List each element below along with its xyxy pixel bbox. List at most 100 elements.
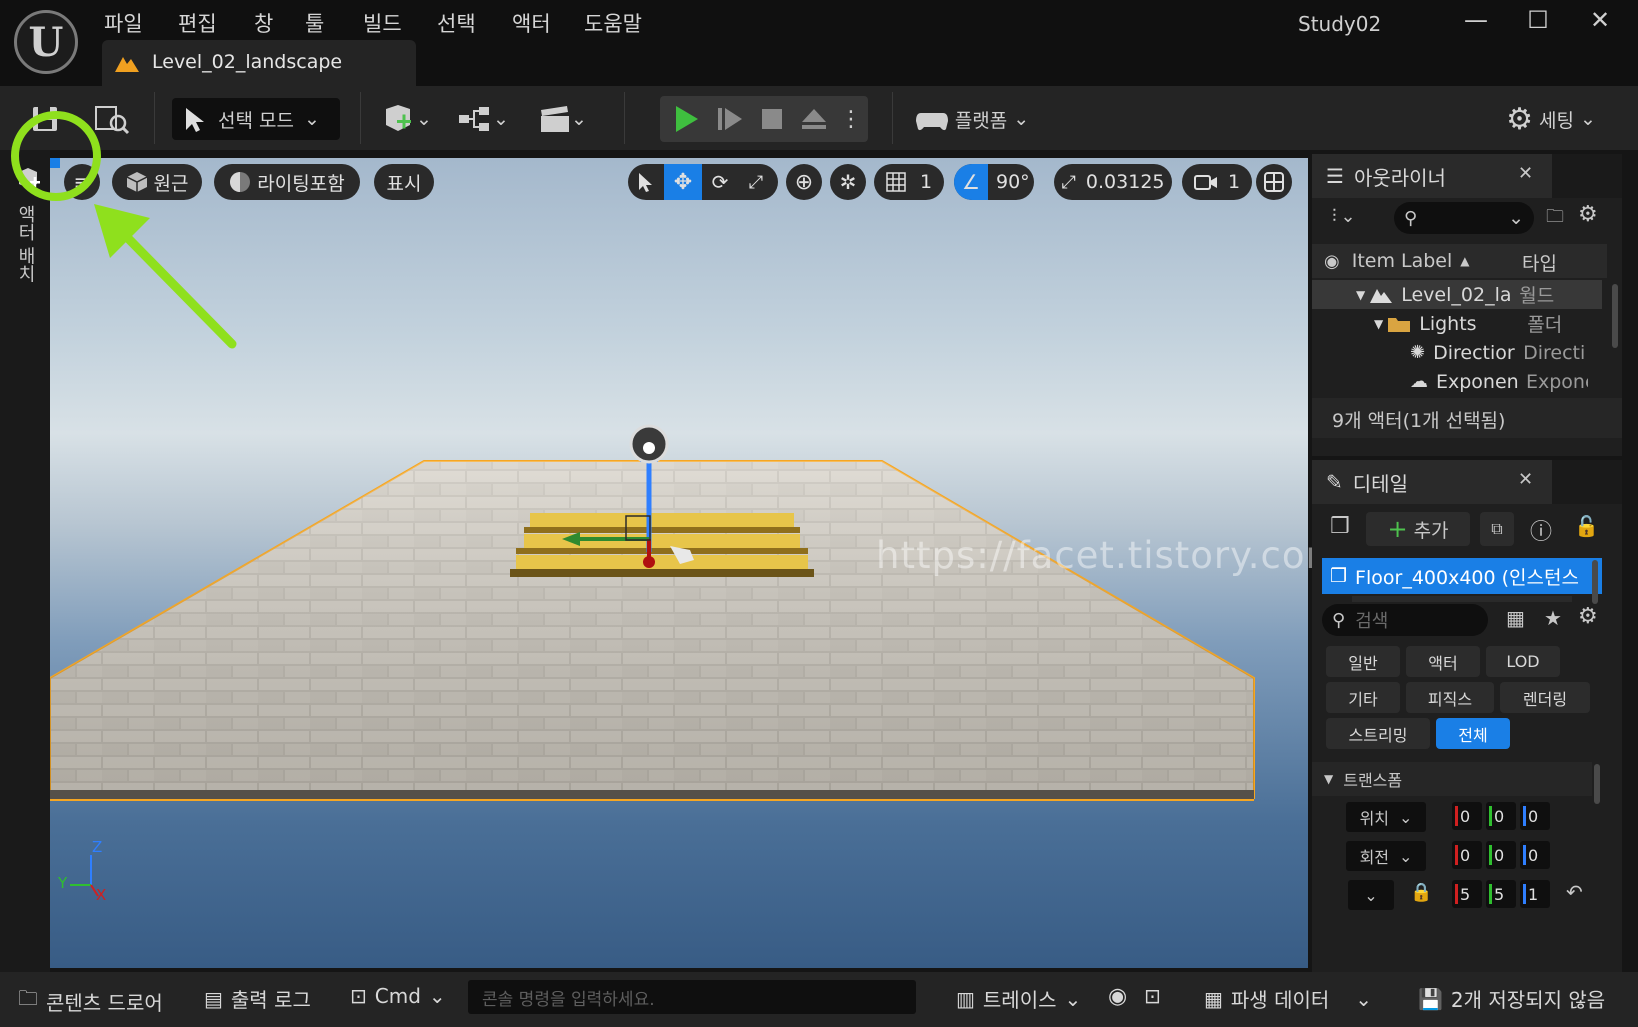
- move-tool-icon[interactable]: ✥: [664, 164, 702, 200]
- location-z-field[interactable]: 0: [1520, 802, 1550, 830]
- platforms-dropdown[interactable]: 플랫폼 ⌄: [912, 94, 1032, 144]
- play-options-icon[interactable]: ⋮: [838, 94, 864, 144]
- blueprint-dropdown[interactable]: ⌄: [452, 94, 514, 144]
- camera-speed-button[interactable]: 1: [1182, 164, 1252, 200]
- col-type[interactable]: 타입: [1522, 249, 1557, 276]
- minimize-button[interactable]: —: [1456, 6, 1496, 34]
- expand-arrow-icon[interactable]: ▼: [1356, 288, 1365, 302]
- trace-dropdown[interactable]: ▥ 트레이스 ⌄: [956, 984, 1081, 1013]
- tree-row-exponential-fog[interactable]: ☁ Exponen Expone: [1312, 367, 1602, 396]
- star-icon[interactable]: ★: [1544, 606, 1562, 630]
- expand-arrow-icon[interactable]: ▼: [1374, 317, 1383, 331]
- unsaved-assets-button[interactable]: 💾 2개 저장되지 않음: [1418, 984, 1605, 1013]
- blueprint-convert-icon[interactable]: ⧉: [1480, 512, 1514, 546]
- viewport-layout-icon[interactable]: [1256, 164, 1292, 200]
- outliner-settings-icon[interactable]: ⚙: [1578, 202, 1598, 227]
- show-dropdown[interactable]: 표시: [374, 164, 434, 200]
- help-icon[interactable]: ⓘ: [1530, 514, 1552, 546]
- details-scrollbar[interactable]: [1594, 764, 1600, 804]
- menu-help[interactable]: 도움말: [584, 8, 642, 38]
- tree-label: Exponen: [1436, 370, 1519, 393]
- filter-rendering[interactable]: 렌더링: [1500, 682, 1590, 713]
- visibility-eye-icon[interactable]: ◉: [1324, 251, 1340, 272]
- select-tool-icon[interactable]: [628, 164, 664, 200]
- content-drawer-button[interactable]: 🗀 콘텐츠 드로어: [18, 984, 163, 1018]
- selected-component-row[interactable]: ❒ Floor_400x400 (인스턴스: [1322, 558, 1602, 594]
- menu-tools[interactable]: 툴: [305, 8, 324, 38]
- cmd-dropdown[interactable]: ⊡ Cmd ⌄: [350, 984, 446, 1008]
- add-folder-icon[interactable]: 🗀: [1546, 204, 1564, 234]
- add-component-button[interactable]: + 추가: [1366, 512, 1470, 546]
- outliner-tab[interactable]: ☰ 아웃라이너: [1312, 154, 1552, 198]
- play-button[interactable]: [666, 94, 706, 144]
- lock-open-icon[interactable]: 🔓: [1574, 514, 1599, 538]
- outliner-title: 아웃라이너: [1353, 165, 1446, 190]
- cinematics-dropdown[interactable]: ⌄: [532, 94, 594, 144]
- screenshot-icon[interactable]: ⊡: [1144, 984, 1161, 1008]
- scale-mode-dropdown[interactable]: ⌄: [1348, 880, 1394, 910]
- close-window-button[interactable]: ✕: [1580, 6, 1620, 34]
- reset-arrow-icon[interactable]: ↶: [1566, 880, 1583, 904]
- trace-record-icon[interactable]: ◉: [1108, 984, 1127, 1009]
- component-scrollbar[interactable]: [1592, 560, 1598, 604]
- outliner-close-icon[interactable]: ✕: [1518, 163, 1533, 184]
- table-view-icon[interactable]: ▦: [1506, 606, 1525, 630]
- transform-tools-group: ✥ ⟳ ⤢: [628, 164, 778, 200]
- details-search-input[interactable]: ⚲ 검색: [1322, 604, 1488, 636]
- filter-misc[interactable]: 기타: [1326, 682, 1400, 713]
- rotate-tool-icon[interactable]: ⟳: [702, 164, 738, 200]
- menu-select[interactable]: 선택: [437, 8, 476, 38]
- filter-actor[interactable]: 액터: [1406, 646, 1480, 677]
- platforms-label: 플랫폼: [954, 109, 1008, 132]
- chevron-down-icon: ⌄: [1364, 885, 1378, 905]
- details-close-icon[interactable]: ✕: [1518, 469, 1533, 490]
- maximize-button[interactable]: ☐: [1518, 6, 1558, 34]
- menu-build[interactable]: 빌드: [363, 8, 402, 38]
- location-x-field[interactable]: 0: [1452, 802, 1482, 830]
- surface-snap-icon[interactable]: ✲: [830, 164, 866, 200]
- scale-x-field[interactable]: 5: [1452, 880, 1482, 908]
- lock-icon[interactable]: 🔒: [1410, 882, 1432, 903]
- filter-lod[interactable]: LOD: [1486, 646, 1560, 677]
- tree-row-lights-folder[interactable]: ▼ Lights 폴더: [1312, 309, 1602, 338]
- outliner-scrollbar[interactable]: [1612, 284, 1618, 348]
- outliner-filter-dropdown[interactable]: ⫶ ⌄: [1332, 206, 1356, 227]
- scale-snap-button[interactable]: ⤢ 0.03125: [1054, 164, 1172, 200]
- output-log-button[interactable]: ▤ 출력 로그: [204, 984, 311, 1013]
- console-command-input[interactable]: 콘솔 명령을 입력하세요.: [468, 980, 916, 1014]
- rotation-y-field[interactable]: 0: [1486, 841, 1516, 869]
- rotation-mode-dropdown[interactable]: 회전 ⌄: [1346, 841, 1426, 871]
- scale-snap-value: 0.03125: [1085, 171, 1165, 193]
- stop-button[interactable]: [752, 94, 792, 144]
- world-space-icon[interactable]: ⊕: [786, 164, 822, 200]
- transform-section-header[interactable]: ▼ 트랜스폼: [1312, 762, 1592, 796]
- filter-all[interactable]: 전체: [1436, 718, 1510, 749]
- rotation-z-field[interactable]: 0: [1520, 841, 1550, 869]
- derived-data-dropdown[interactable]: ▦ 파생 데이터 ⌄: [1204, 984, 1372, 1013]
- filter-streaming[interactable]: 스트리밍: [1326, 718, 1430, 749]
- tree-row-directional-light[interactable]: ✺ Directior Directi: [1312, 338, 1602, 367]
- filter-physics[interactable]: 피직스: [1406, 682, 1494, 713]
- location-y-field[interactable]: 0: [1486, 802, 1516, 830]
- grid-snap-button[interactable]: 1: [874, 164, 944, 200]
- scale-tool-icon[interactable]: ⤢: [738, 164, 774, 200]
- tree-row-world[interactable]: ▼ Level_02_lan 월드: [1312, 280, 1602, 309]
- details-settings-icon[interactable]: ⚙: [1578, 604, 1598, 629]
- details-panel: ✎ 디테일 ✕ ❒ + 추가 ⧉ ⓘ 🔓 ❒ Floor_400x400 (인스…: [1312, 460, 1622, 972]
- eject-button[interactable]: [794, 94, 834, 144]
- rotation-x-field[interactable]: 0: [1452, 841, 1482, 869]
- annotation-overlay: [11, 111, 237, 349]
- advance-frame-button[interactable]: [710, 94, 750, 144]
- location-label: 위치: [1359, 809, 1390, 828]
- outliner-search-input[interactable]: ⚲ ⌄: [1394, 202, 1534, 234]
- scale-y-field[interactable]: 5: [1486, 880, 1516, 908]
- settings-dropdown[interactable]: ⚙ 세팅 ⌄: [1498, 94, 1604, 144]
- details-tab[interactable]: ✎ 디테일: [1312, 460, 1552, 504]
- location-mode-dropdown[interactable]: 위치 ⌄: [1346, 802, 1426, 832]
- col-item-label[interactable]: Item Label: [1352, 250, 1453, 272]
- scale-z-field[interactable]: 1: [1520, 880, 1550, 908]
- rotation-snap-button[interactable]: ∠ 90°: [954, 164, 1034, 200]
- filter-general[interactable]: 일반: [1326, 646, 1400, 677]
- menu-actor[interactable]: 액터: [512, 8, 551, 38]
- add-actor-dropdown[interactable]: ⌄: [376, 94, 436, 144]
